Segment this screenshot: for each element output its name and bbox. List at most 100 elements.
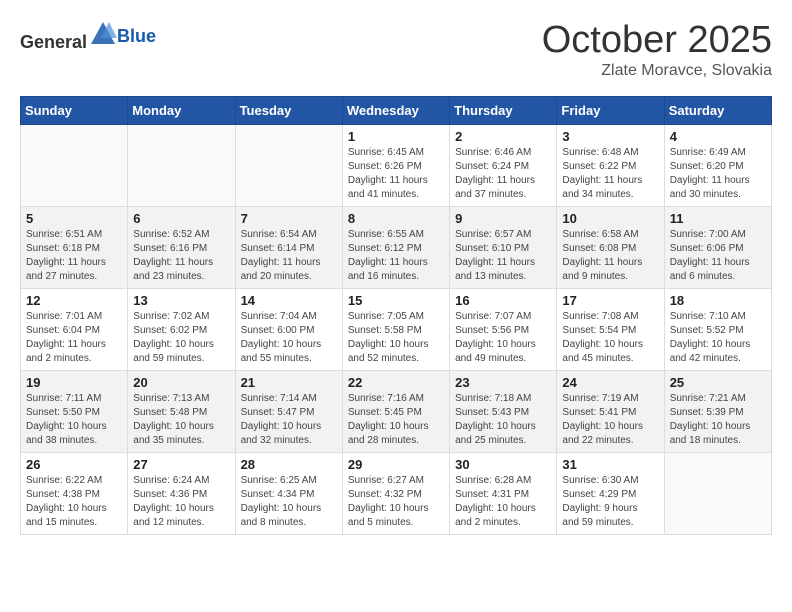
- day-info: Sunrise: 6:27 AM Sunset: 4:32 PM Dayligh…: [348, 474, 444, 530]
- calendar-day: 17Sunrise: 7:08 AM Sunset: 5:54 PM Dayli…: [557, 288, 664, 370]
- calendar-day: 28Sunrise: 6:25 AM Sunset: 4:34 PM Dayli…: [235, 452, 342, 534]
- day-info: Sunrise: 7:04 AM Sunset: 6:00 PM Dayligh…: [241, 310, 337, 366]
- weekday-header-friday: Friday: [557, 96, 664, 124]
- calendar-day: 25 Sunrise: 7:21 AM Sunset: 5:39 PM Dayli…: [664, 370, 771, 452]
- calendar-table: SundayMondayTuesdayWednesdayThursdayFrid…: [20, 96, 772, 535]
- day-number: 4: [670, 129, 766, 144]
- page-header: General Blue October 2025 Zlate Moravce,…: [20, 20, 772, 80]
- calendar-day: 26Sunrise: 6:22 AM Sunset: 4:38 PM Dayli…: [21, 452, 128, 534]
- day-number: 25: [670, 375, 766, 390]
- calendar-day: [235, 124, 342, 206]
- calendar-day: 14Sunrise: 7:04 AM Sunset: 6:00 PM Dayli…: [235, 288, 342, 370]
- day-number: 12: [26, 293, 122, 308]
- weekday-header-wednesday: Wednesday: [342, 96, 449, 124]
- day-info: Sunrise: 7:16 AM Sunset: 5:45 PM Dayligh…: [348, 392, 444, 448]
- day-number: 13: [133, 293, 229, 308]
- logo-general: General: [20, 32, 87, 52]
- logo-blue: Blue: [117, 26, 156, 46]
- day-info: Sunrise: 7:13 AM Sunset: 5:48 PM Dayligh…: [133, 392, 229, 448]
- calendar-day: 2 Sunrise: 6:46 AM Sunset: 6:24 PM Daylig…: [450, 124, 557, 206]
- day-info: Sunrise: 6:51 AM Sunset: 6:18 PM Dayligh…: [26, 228, 122, 284]
- day-number: 10: [562, 211, 658, 226]
- day-number: 27: [133, 457, 229, 472]
- day-info: Sunrise: 7:10 AM Sunset: 5:52 PM Dayligh…: [670, 310, 766, 366]
- calendar-week-3: 19 Sunrise: 7:11 AM Sunset: 5:50 PM Dayli…: [21, 370, 772, 452]
- location-title: Zlate Moravce, Slovakia: [542, 62, 772, 80]
- day-info: Sunrise: 7:08 AM Sunset: 5:54 PM Dayligh…: [562, 310, 658, 366]
- calendar-day: [21, 124, 128, 206]
- calendar-week-4: 26Sunrise: 6:22 AM Sunset: 4:38 PM Dayli…: [21, 452, 772, 534]
- calendar-day: 9Sunrise: 6:57 AM Sunset: 6:10 PM Daylig…: [450, 206, 557, 288]
- calendar-day: 16Sunrise: 7:07 AM Sunset: 5:56 PM Dayli…: [450, 288, 557, 370]
- weekday-header-saturday: Saturday: [664, 96, 771, 124]
- day-info: Sunrise: 6:52 AM Sunset: 6:16 PM Dayligh…: [133, 228, 229, 284]
- day-info: Sunrise: 6:30 AM Sunset: 4:29 PM Dayligh…: [562, 474, 658, 530]
- weekday-header-row: SundayMondayTuesdayWednesdayThursdayFrid…: [21, 96, 772, 124]
- calendar-day: 3 Sunrise: 6:48 AM Sunset: 6:22 PM Daylig…: [557, 124, 664, 206]
- day-number: 19: [26, 375, 122, 390]
- calendar-day: 6 Sunrise: 6:52 AM Sunset: 6:16 PM Daylig…: [128, 206, 235, 288]
- calendar-day: 29 Sunrise: 6:27 AM Sunset: 4:32 PM Dayli…: [342, 452, 449, 534]
- calendar-week-0: 1 Sunrise: 6:45 AM Sunset: 6:26 PM Daylig…: [21, 124, 772, 206]
- calendar-day: 27 Sunrise: 6:24 AM Sunset: 4:36 PM Dayli…: [128, 452, 235, 534]
- day-info: Sunrise: 6:57 AM Sunset: 6:10 PM Dayligh…: [455, 228, 551, 284]
- calendar-day: 10 Sunrise: 6:58 AM Sunset: 6:08 PM Dayli…: [557, 206, 664, 288]
- calendar-day: 18 Sunrise: 7:10 AM Sunset: 5:52 PM Dayli…: [664, 288, 771, 370]
- day-info: Sunrise: 7:01 AM Sunset: 6:04 PM Dayligh…: [26, 310, 122, 366]
- day-number: 5: [26, 211, 122, 226]
- day-number: 26: [26, 457, 122, 472]
- calendar-day: 8 Sunrise: 6:55 AM Sunset: 6:12 PM Daylig…: [342, 206, 449, 288]
- day-number: 20: [133, 375, 229, 390]
- calendar-day: 31Sunrise: 6:30 AM Sunset: 4:29 PM Dayli…: [557, 452, 664, 534]
- day-number: 6: [133, 211, 229, 226]
- calendar-day: 30 Sunrise: 6:28 AM Sunset: 4:31 PM Dayli…: [450, 452, 557, 534]
- calendar-day: 19 Sunrise: 7:11 AM Sunset: 5:50 PM Dayli…: [21, 370, 128, 452]
- day-info: Sunrise: 7:21 AM Sunset: 5:39 PM Dayligh…: [670, 392, 766, 448]
- calendar-day: 21Sunrise: 7:14 AM Sunset: 5:47 PM Dayli…: [235, 370, 342, 452]
- day-info: Sunrise: 7:07 AM Sunset: 5:56 PM Dayligh…: [455, 310, 551, 366]
- day-info: Sunrise: 7:00 AM Sunset: 6:06 PM Dayligh…: [670, 228, 766, 284]
- calendar-day: 23 Sunrise: 7:18 AM Sunset: 5:43 PM Dayli…: [450, 370, 557, 452]
- logo: General Blue: [20, 20, 156, 53]
- calendar-day: [128, 124, 235, 206]
- weekday-header-tuesday: Tuesday: [235, 96, 342, 124]
- day-number: 1: [348, 129, 444, 144]
- day-number: 7: [241, 211, 337, 226]
- day-number: 30: [455, 457, 551, 472]
- day-number: 29: [348, 457, 444, 472]
- weekday-header-thursday: Thursday: [450, 96, 557, 124]
- day-info: Sunrise: 6:28 AM Sunset: 4:31 PM Dayligh…: [455, 474, 551, 530]
- day-info: Sunrise: 6:55 AM Sunset: 6:12 PM Dayligh…: [348, 228, 444, 284]
- calendar-day: 22 Sunrise: 7:16 AM Sunset: 5:45 PM Dayli…: [342, 370, 449, 452]
- calendar-day: 20 Sunrise: 7:13 AM Sunset: 5:48 PM Dayli…: [128, 370, 235, 452]
- day-number: 22: [348, 375, 444, 390]
- title-area: October 2025 Zlate Moravce, Slovakia: [542, 20, 772, 80]
- calendar-day: 13 Sunrise: 7:02 AM Sunset: 6:02 PM Dayli…: [128, 288, 235, 370]
- day-info: Sunrise: 6:48 AM Sunset: 6:22 PM Dayligh…: [562, 146, 658, 202]
- calendar-day: 12 Sunrise: 7:01 AM Sunset: 6:04 PM Dayli…: [21, 288, 128, 370]
- calendar-day: 11Sunrise: 7:00 AM Sunset: 6:06 PM Dayli…: [664, 206, 771, 288]
- day-number: 23: [455, 375, 551, 390]
- day-info: Sunrise: 6:58 AM Sunset: 6:08 PM Dayligh…: [562, 228, 658, 284]
- weekday-header-sunday: Sunday: [21, 96, 128, 124]
- day-info: Sunrise: 7:18 AM Sunset: 5:43 PM Dayligh…: [455, 392, 551, 448]
- day-info: Sunrise: 7:11 AM Sunset: 5:50 PM Dayligh…: [26, 392, 122, 448]
- calendar-day: 5 Sunrise: 6:51 AM Sunset: 6:18 PM Daylig…: [21, 206, 128, 288]
- day-number: 8: [348, 211, 444, 226]
- day-number: 3: [562, 129, 658, 144]
- day-info: Sunrise: 7:05 AM Sunset: 5:58 PM Dayligh…: [348, 310, 444, 366]
- calendar-day: 15Sunrise: 7:05 AM Sunset: 5:58 PM Dayli…: [342, 288, 449, 370]
- day-info: Sunrise: 7:19 AM Sunset: 5:41 PM Dayligh…: [562, 392, 658, 448]
- day-info: Sunrise: 6:24 AM Sunset: 4:36 PM Dayligh…: [133, 474, 229, 530]
- day-number: 28: [241, 457, 337, 472]
- logo-icon: [89, 20, 117, 48]
- calendar-week-1: 5 Sunrise: 6:51 AM Sunset: 6:18 PM Daylig…: [21, 206, 772, 288]
- day-info: Sunrise: 6:45 AM Sunset: 6:26 PM Dayligh…: [348, 146, 444, 202]
- day-number: 18: [670, 293, 766, 308]
- day-info: Sunrise: 6:46 AM Sunset: 6:24 PM Dayligh…: [455, 146, 551, 202]
- month-title: October 2025: [542, 20, 772, 62]
- day-number: 2: [455, 129, 551, 144]
- calendar-day: 1 Sunrise: 6:45 AM Sunset: 6:26 PM Daylig…: [342, 124, 449, 206]
- calendar-day: 24Sunrise: 7:19 AM Sunset: 5:41 PM Dayli…: [557, 370, 664, 452]
- day-info: Sunrise: 7:02 AM Sunset: 6:02 PM Dayligh…: [133, 310, 229, 366]
